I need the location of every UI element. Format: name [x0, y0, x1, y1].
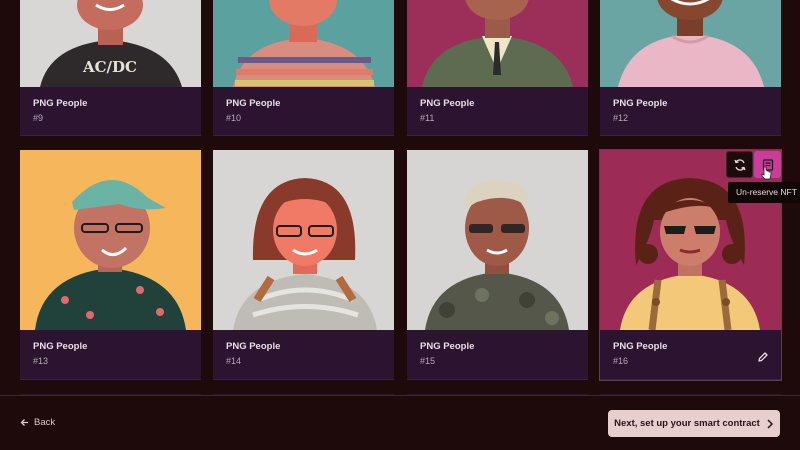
card-collection-name: PNG People	[33, 98, 88, 109]
arrow-left-icon	[20, 419, 28, 426]
edit-pencil-icon[interactable]	[757, 350, 769, 362]
nft-image	[213, 150, 394, 330]
refresh-icon	[733, 158, 746, 171]
card-collection-name: PNG People	[226, 341, 281, 352]
card-number: #12	[613, 113, 629, 123]
nft-grid-screen: AC/DC PNG People #9 PNG People #10 PNG P…	[0, 0, 800, 450]
next-setup-contract-button[interactable]: Next, set up your smart contract	[608, 410, 780, 437]
next-label: Next, set up your smart contract	[614, 418, 760, 429]
nft-card-14[interactable]: PNG People #14	[213, 150, 394, 380]
card-number: #10	[226, 113, 242, 123]
back-button[interactable]: Back	[20, 417, 55, 428]
refresh-button[interactable]	[726, 151, 753, 178]
nft-image: AC/DC	[20, 0, 201, 87]
nft-image	[213, 0, 394, 87]
nft-card-15[interactable]: PNG People #15	[407, 150, 588, 380]
nft-image	[20, 150, 201, 330]
cursor-icon	[761, 166, 772, 180]
nft-image	[600, 0, 781, 87]
unreserve-tooltip: Un-reserve NFT	[728, 182, 800, 203]
footer-bar: Back Next, set up your smart contract	[0, 395, 800, 450]
card-collection-name: PNG People	[613, 98, 668, 109]
card-collection-name: PNG People	[420, 98, 475, 109]
card-number: #16	[613, 356, 629, 366]
nft-card-11[interactable]: PNG People #11	[407, 0, 588, 136]
card-number: #11	[420, 113, 435, 123]
chevron-right-icon	[767, 418, 773, 429]
nft-image	[407, 150, 588, 330]
nft-card-12[interactable]: PNG People #12	[600, 0, 781, 136]
nft-card-10[interactable]: PNG People #10	[213, 0, 394, 136]
svg-text:AC/DC: AC/DC	[82, 58, 137, 76]
card-number: #15	[420, 356, 436, 366]
card-number: #13	[33, 356, 49, 366]
nft-card-13[interactable]: PNG People #13	[20, 150, 201, 380]
card-collection-name: PNG People	[613, 341, 668, 352]
card-number: #14	[226, 356, 242, 366]
back-label: Back	[34, 417, 56, 428]
nft-card-9[interactable]: AC/DC PNG People #9	[20, 0, 201, 136]
card-collection-name: PNG People	[420, 341, 475, 352]
card-collection-name: PNG People	[226, 98, 281, 109]
card-number: #9	[33, 113, 44, 123]
nft-image	[407, 0, 588, 87]
card-collection-name: PNG People	[33, 341, 88, 352]
